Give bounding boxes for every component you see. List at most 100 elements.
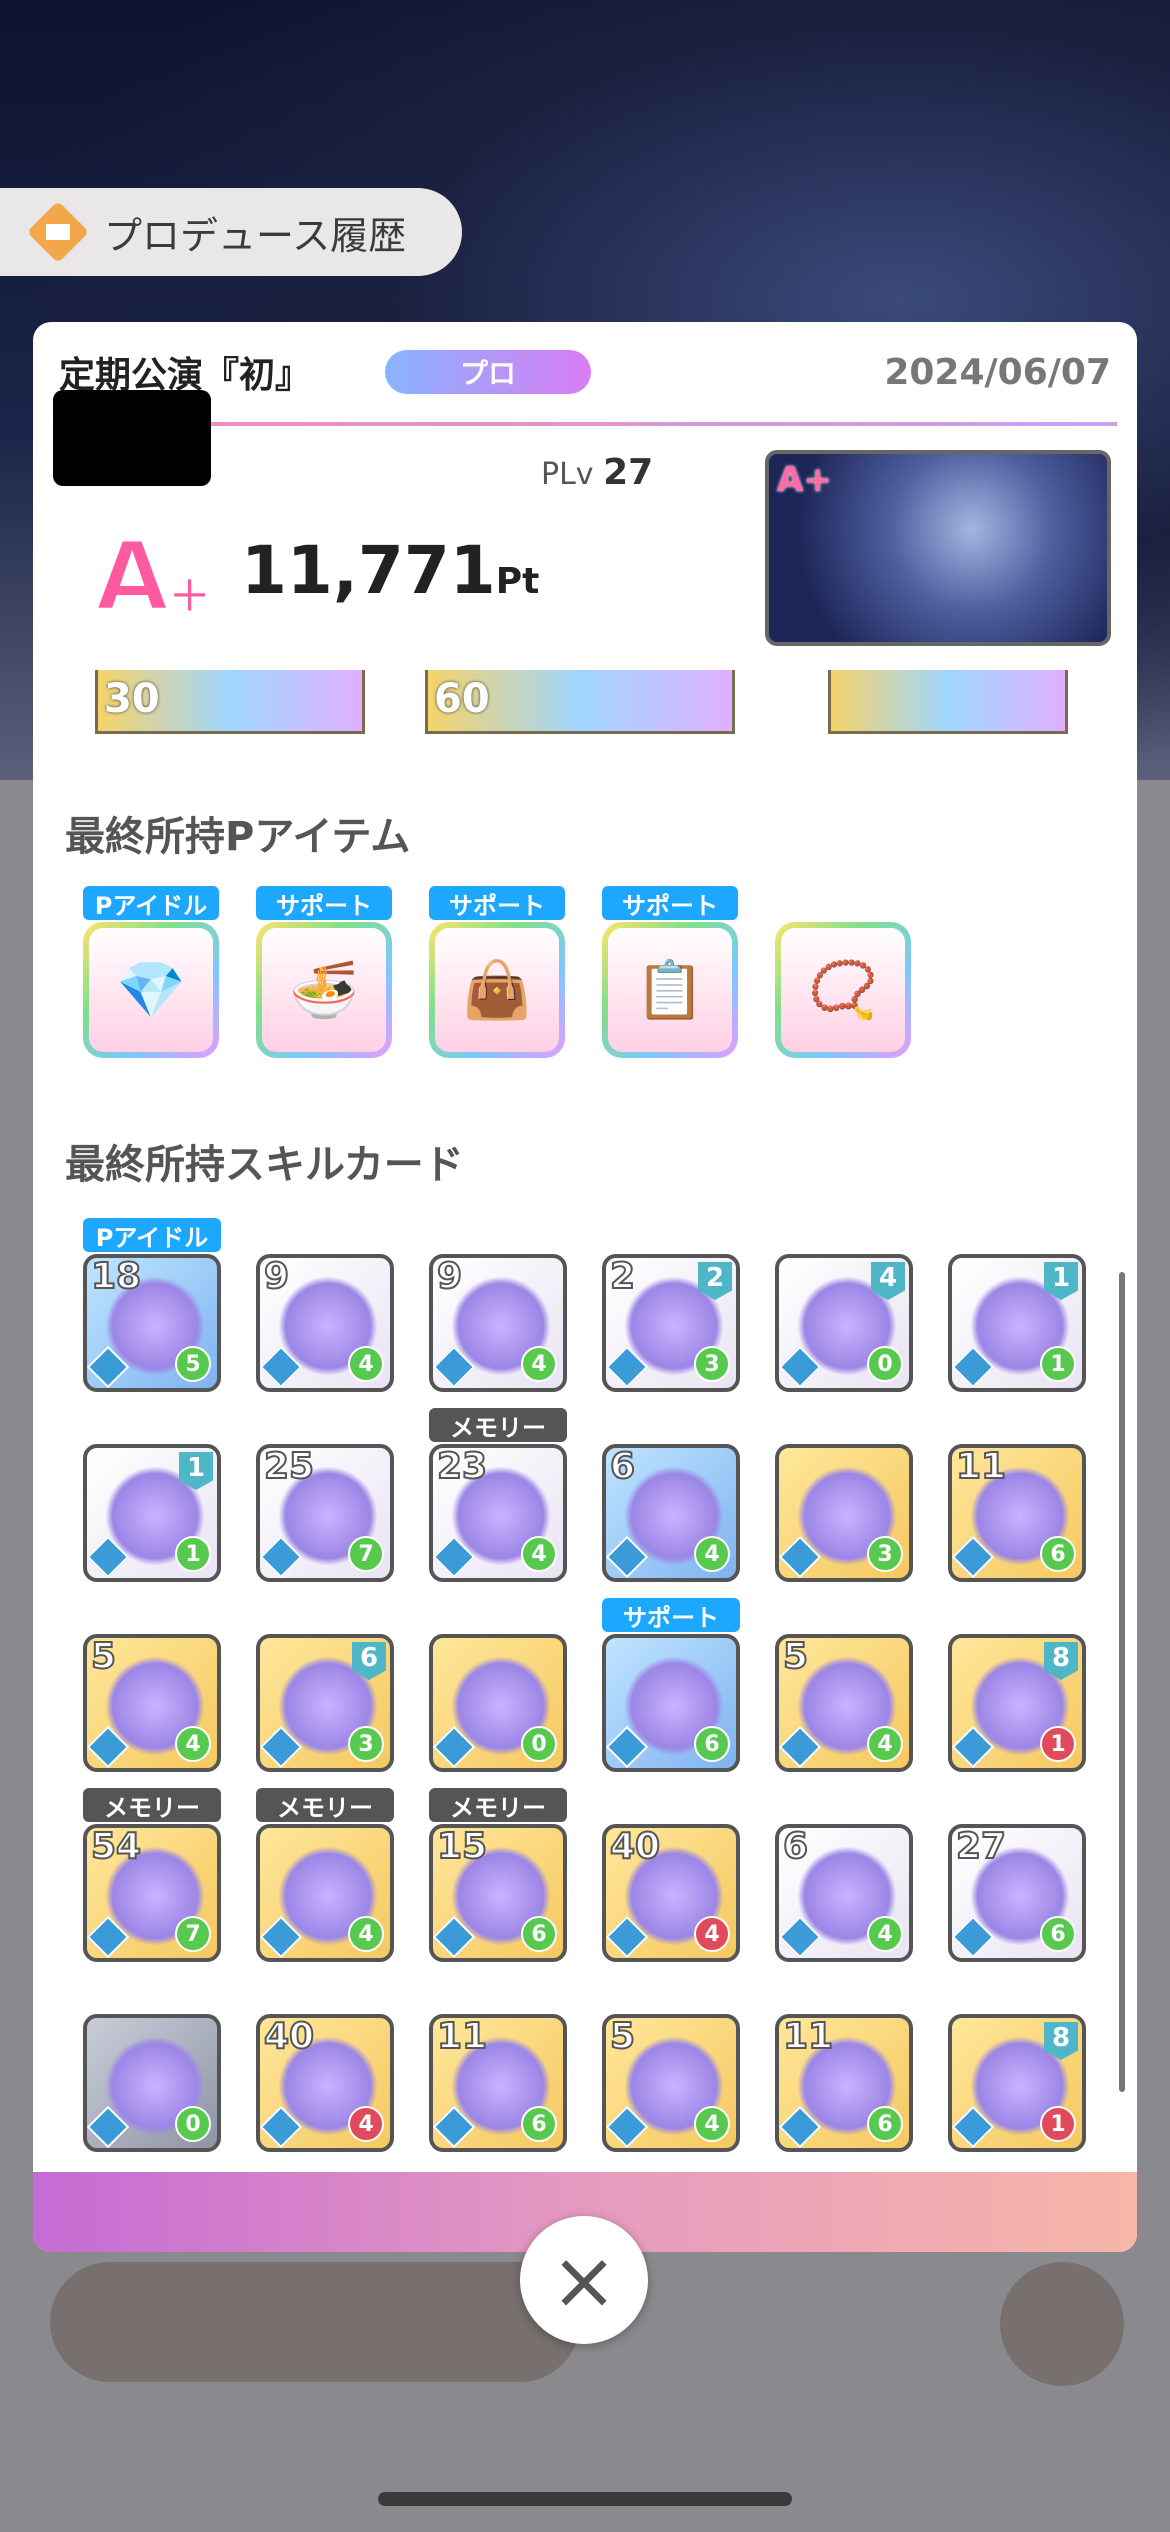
result-panel: 定期公演『初』 プロ 2024/06/07 PLv 27 A + 11,771Pt… bbox=[33, 322, 1137, 2252]
card-number: 2 bbox=[609, 1256, 636, 1298]
card-number: 40 bbox=[263, 2016, 315, 2058]
bottom-nav-bar[interactable] bbox=[50, 2262, 580, 2382]
difficulty-badge: プロ bbox=[385, 350, 591, 394]
card-cost: 4 bbox=[694, 2106, 730, 2142]
idol-thumbnail[interactable]: A+ bbox=[765, 450, 1111, 646]
bracelet-icon: 📿 bbox=[781, 928, 905, 1052]
card-cost: 1 bbox=[175, 1536, 211, 1572]
close-button[interactable]: × bbox=[520, 2216, 648, 2344]
ticket-icon bbox=[29, 203, 87, 261]
card-cost: 6 bbox=[1040, 1536, 1076, 1572]
skill-card[interactable]: 11 6 bbox=[429, 2014, 567, 2152]
card-number: 9 bbox=[263, 1256, 290, 1298]
p-item-4[interactable]: 📿 bbox=[775, 922, 911, 1058]
card-number: 5 bbox=[90, 1636, 117, 1678]
card-tag: サポート bbox=[602, 1598, 740, 1632]
skill-card[interactable]: 81 bbox=[948, 2014, 1086, 2152]
skill-card[interactable]: 11 bbox=[948, 1254, 1086, 1392]
card-number: 5 bbox=[609, 2016, 636, 2058]
history-title-pill: プロデュース履歴 bbox=[0, 188, 462, 276]
skill-card[interactable]: 3 bbox=[775, 1444, 913, 1582]
skill-card[interactable]: 11 bbox=[83, 1444, 221, 1582]
card-number: 15 bbox=[436, 1826, 488, 1868]
menu-button[interactable] bbox=[1000, 2262, 1124, 2386]
produce-date: 2024/06/07 bbox=[884, 352, 1111, 393]
card-cost: 4 bbox=[348, 1346, 384, 1382]
skill-card[interactable]: 23 4 bbox=[429, 1444, 567, 1582]
skill-card[interactable]: 223 bbox=[602, 1254, 740, 1392]
card-number: 5 bbox=[782, 1636, 809, 1678]
rank-a-plus-icon: A+ bbox=[95, 522, 214, 622]
cards-section-title: 最終所持スキルカード bbox=[65, 1142, 464, 1188]
card-tag: メモリー bbox=[83, 1788, 221, 1822]
skill-card[interactable]: 11 6 bbox=[948, 1444, 1086, 1582]
card-cost: 4 bbox=[694, 1916, 730, 1952]
item-tag: サポート bbox=[429, 886, 565, 920]
card-number: 9 bbox=[436, 1256, 463, 1298]
earring-icon: 💎 bbox=[89, 928, 213, 1052]
card-cost: 6 bbox=[694, 1726, 730, 1762]
skill-card[interactable]: 40 bbox=[775, 1254, 913, 1392]
card-cost: 4 bbox=[521, 1536, 557, 1572]
skill-card[interactable]: 64 bbox=[602, 1444, 740, 1582]
skill-card[interactable]: 54 bbox=[602, 2014, 740, 2152]
card-cost: 0 bbox=[521, 1726, 557, 1762]
card-cost: 1 bbox=[1040, 2106, 1076, 2142]
skill-card[interactable]: 0 bbox=[83, 2014, 221, 2152]
p-item-1[interactable]: 🍜 bbox=[256, 922, 392, 1058]
total-score: 11,771Pt bbox=[241, 532, 540, 609]
skill-card[interactable]: 64 bbox=[775, 1824, 913, 1962]
skill-card[interactable]: 25 7 bbox=[256, 1444, 394, 1582]
header-divider bbox=[53, 422, 1117, 426]
skill-card[interactable]: 94 bbox=[429, 1254, 567, 1392]
skill-card[interactable]: 6 bbox=[602, 1634, 740, 1772]
skill-card[interactable]: 11 6 bbox=[775, 2014, 913, 2152]
skill-card[interactable]: 15 6 bbox=[429, 1824, 567, 1962]
player-level: PLv 27 bbox=[541, 452, 654, 493]
card-cost: 3 bbox=[867, 1536, 903, 1572]
card-cost: 6 bbox=[1040, 1916, 1076, 1952]
item-tag: サポート bbox=[602, 886, 738, 920]
skill-card[interactable]: 27 6 bbox=[948, 1824, 1086, 1962]
card-cost: 7 bbox=[348, 1536, 384, 1572]
home-indicator bbox=[378, 2492, 792, 2506]
card-cost: 4 bbox=[694, 1536, 730, 1572]
card-number: 18 bbox=[90, 1256, 142, 1298]
card-number: 11 bbox=[955, 1446, 1007, 1488]
card-number: 6 bbox=[782, 1826, 809, 1868]
p-item-3[interactable]: 📋 bbox=[602, 922, 738, 1058]
skill-card[interactable]: 54 bbox=[83, 1634, 221, 1772]
card-number: 11 bbox=[436, 2016, 488, 2058]
card-tag: メモリー bbox=[429, 1788, 567, 1822]
item-tag: Pアイドル bbox=[83, 886, 219, 920]
card-number: 27 bbox=[955, 1826, 1007, 1868]
skill-card[interactable]: 40 4 bbox=[256, 2014, 394, 2152]
ramen-icon: 🍜 bbox=[262, 928, 386, 1052]
skill-card[interactable]: 63 bbox=[256, 1634, 394, 1772]
scroll-content[interactable]: 最終所持Pアイテム Pアイドル 💎 サポート 🍜 サポート 👜 サポート 📋 📿 最終所持スキル… bbox=[33, 714, 1137, 2154]
scrollbar[interactable] bbox=[1119, 1272, 1125, 2092]
card-cost: 3 bbox=[348, 1726, 384, 1762]
p-item-0[interactable]: 💎 bbox=[83, 922, 219, 1058]
card-cost: 4 bbox=[867, 1916, 903, 1952]
redacted-area bbox=[53, 390, 211, 486]
card-number: 6 bbox=[609, 1446, 636, 1488]
skill-card[interactable]: 54 7 bbox=[83, 1824, 221, 1962]
skill-card[interactable]: 0 bbox=[429, 1634, 567, 1772]
skill-card[interactable]: 18 5 bbox=[83, 1254, 221, 1392]
card-cost: 1 bbox=[1040, 1346, 1076, 1382]
card-cost: 1 bbox=[1040, 1726, 1076, 1762]
card-cost: 3 bbox=[694, 1346, 730, 1382]
card-cost: 4 bbox=[521, 1346, 557, 1382]
card-cost: 4 bbox=[348, 1916, 384, 1952]
skill-card[interactable]: 94 bbox=[256, 1254, 394, 1392]
skill-card[interactable]: 40 4 bbox=[602, 1824, 740, 1962]
item-tag: サポート bbox=[256, 886, 392, 920]
skill-card[interactable]: 4 bbox=[256, 1824, 394, 1962]
skill-card[interactable]: 54 bbox=[775, 1634, 913, 1772]
p-item-2[interactable]: 👜 bbox=[429, 922, 565, 1058]
skill-card[interactable]: 81 bbox=[948, 1634, 1086, 1772]
card-cost: 4 bbox=[348, 2106, 384, 2142]
card-number: 23 bbox=[436, 1446, 488, 1488]
card-number: 25 bbox=[263, 1446, 315, 1488]
